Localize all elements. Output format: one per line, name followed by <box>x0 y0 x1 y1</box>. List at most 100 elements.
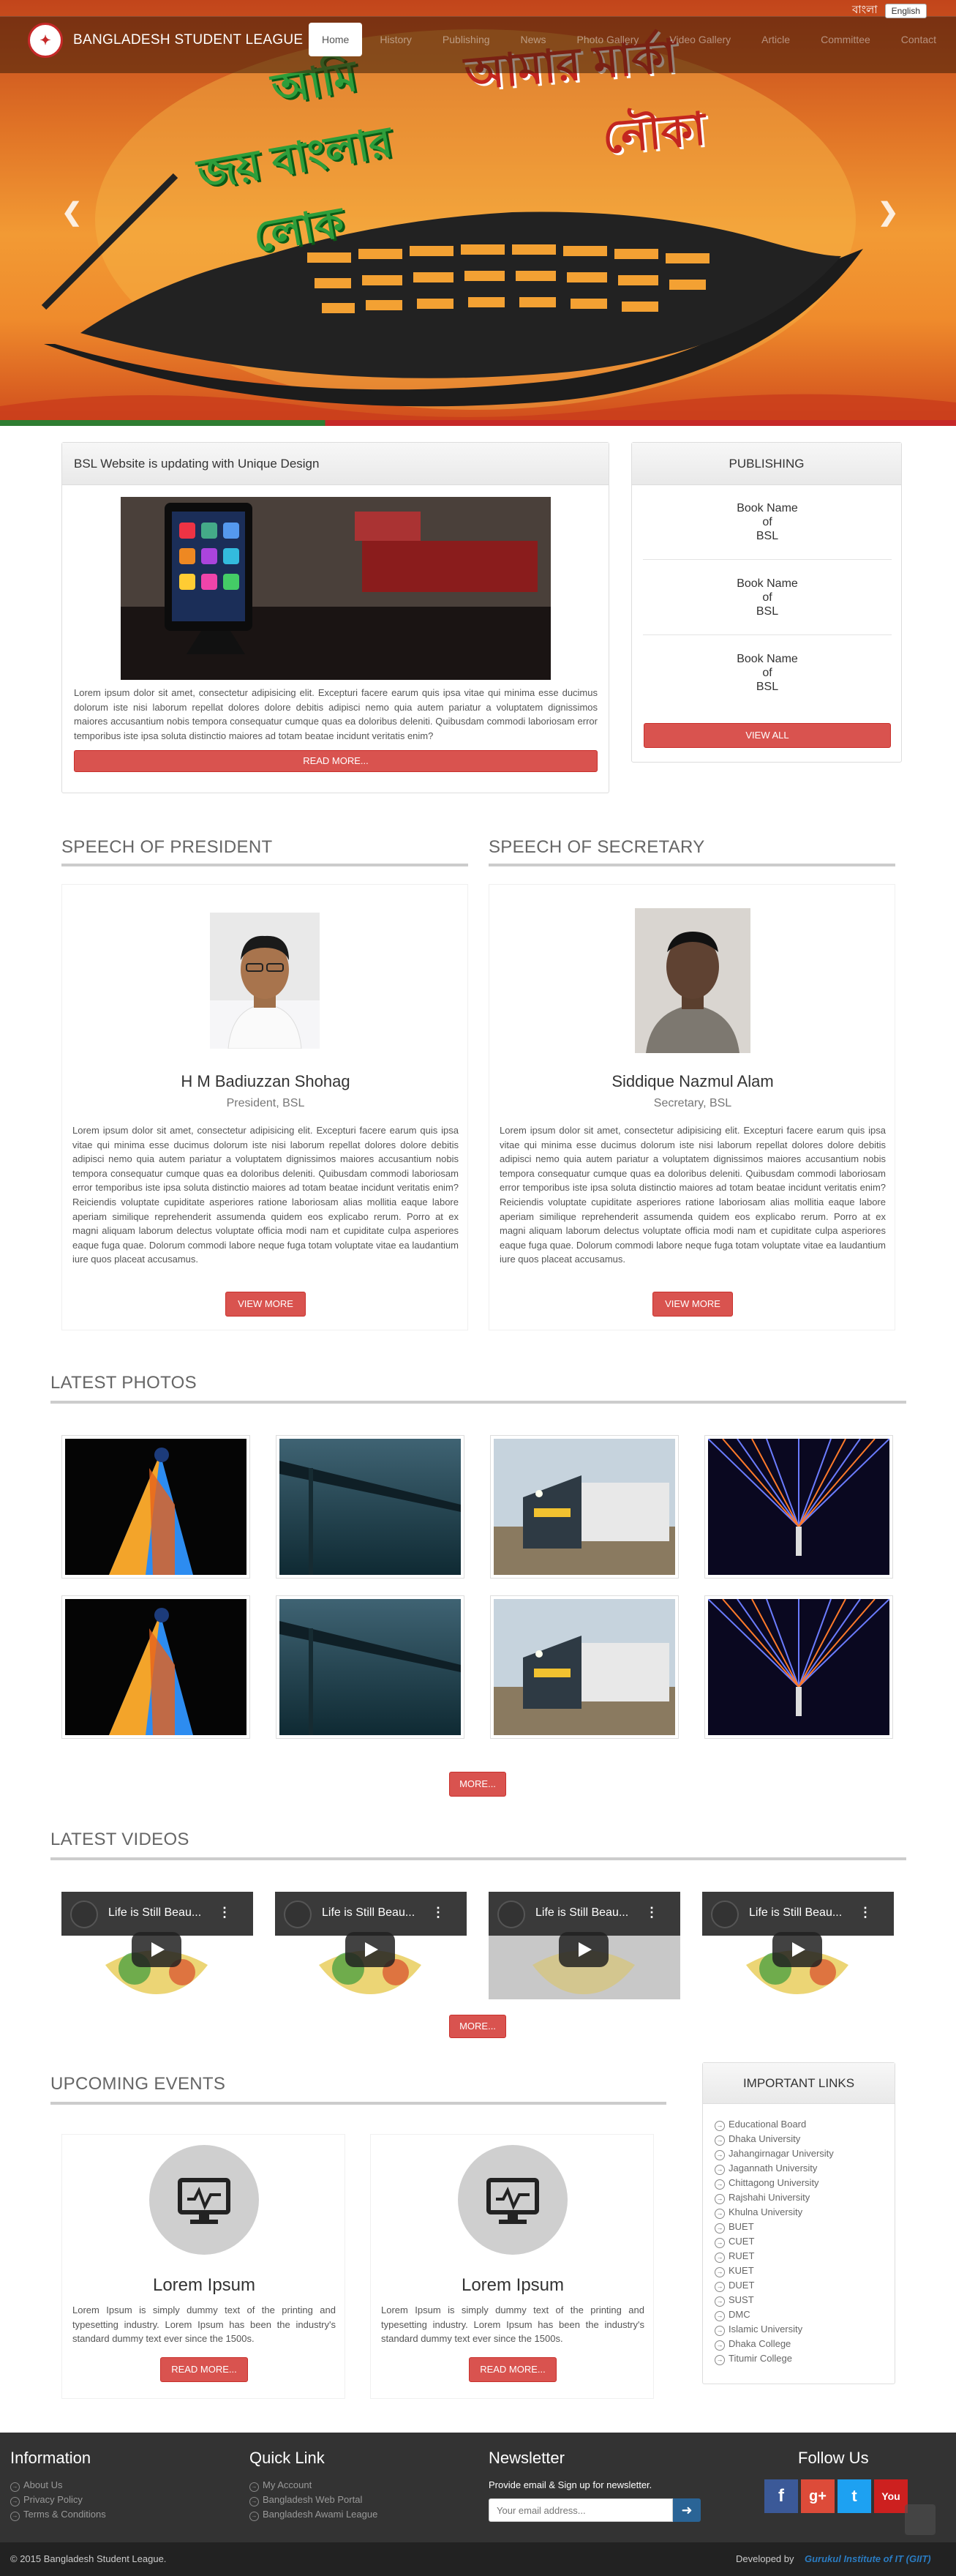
important-links-title: IMPORTANT LINKS <box>703 2063 895 2104</box>
link-item[interactable]: Khulna University <box>715 2205 834 2220</box>
photos-heading: LATEST PHOTOS <box>50 1373 197 1393</box>
president-photo <box>210 913 320 1049</box>
link-item[interactable]: RUET <box>715 2249 834 2264</box>
play-icon[interactable] <box>132 1932 181 1967</box>
play-icon[interactable] <box>559 1932 609 1967</box>
divider <box>50 1401 906 1404</box>
news-read-more-button[interactable]: READ MORE... <box>74 750 598 772</box>
publishing-panel: PUBLISHING Book Name of BSL Book Name of BSL… <box>631 442 902 763</box>
link-item[interactable]: Educational Board <box>715 2117 834 2132</box>
youtube-icon[interactable]: You <box>874 2479 908 2513</box>
link-item[interactable]: Dhaka University <box>715 2132 834 2146</box>
event-text: Lorem Ipsum is simply dummy text of the … <box>72 2304 336 2345</box>
footer-link[interactable]: Bangladesh Web Portal <box>249 2493 377 2507</box>
photo-thumbnail[interactable] <box>490 1435 679 1579</box>
link-item[interactable]: Rajshahi University <box>715 2190 834 2205</box>
nav-photo-gallery[interactable]: Photo Gallery <box>564 23 652 56</box>
nav-article[interactable]: Article <box>748 23 803 56</box>
publishing-title: PUBLISHING <box>632 443 901 485</box>
footer-info-title: Information <box>10 2449 91 2467</box>
event-read-more-button[interactable]: READ MORE... <box>160 2357 248 2382</box>
link-item[interactable]: DMC <box>715 2307 834 2322</box>
google-plus-icon[interactable]: g+ <box>801 2479 835 2513</box>
scroll-to-top-button[interactable] <box>905 2504 936 2535</box>
brand[interactable]: ✦ BANGLADESH STUDENT LEAGUE <box>28 23 303 58</box>
link-item[interactable]: CUET <box>715 2234 834 2249</box>
footer-link[interactable]: Terms & Conditions <box>10 2507 106 2522</box>
publishing-item[interactable]: Book Name of BSL <box>643 636 892 711</box>
news-panel: BSL Website is updating with Unique Desi… <box>61 442 609 793</box>
nav-news[interactable]: News <box>508 23 560 56</box>
photo-thumbnail[interactable] <box>276 1595 464 1739</box>
more-options-icon[interactable]: ⋮ <box>859 1905 872 1920</box>
president-speech: Lorem ipsum dolor sit amet, consectetur … <box>72 1125 459 1265</box>
subscribe-arrow-icon[interactable]: ➜ <box>673 2498 701 2522</box>
nav-publishing[interactable]: Publishing <box>429 23 503 56</box>
link-item[interactable]: Titumir College <box>715 2351 834 2366</box>
link-item[interactable]: Islamic University <box>715 2322 834 2337</box>
event-title: Lorem Ipsum <box>152 2275 256 2295</box>
link-item[interactable]: Jagannath University <box>715 2161 834 2176</box>
nav-video-gallery[interactable]: Video Gallery <box>656 23 744 56</box>
video-embed[interactable]: Life is Still Beau... ⋮ <box>489 1892 680 1999</box>
twitter-icon[interactable]: t <box>838 2479 871 2513</box>
event-card: Lorem Ipsum Lorem Ipsum is simply dummy … <box>370 2134 654 2399</box>
footer-info-list: About Us Privacy Policy Terms & Conditio… <box>10 2478 106 2522</box>
secretary-name: Siddique Nazmul Alam <box>611 1072 774 1090</box>
more-options-icon[interactable]: ⋮ <box>218 1905 231 1920</box>
videos-more-button[interactable]: MORE... <box>449 2015 506 2038</box>
footer-link[interactable]: Privacy Policy <box>10 2493 106 2507</box>
play-icon[interactable] <box>345 1932 395 1967</box>
facebook-icon[interactable]: f <box>764 2479 798 2513</box>
view-all-button[interactable]: VIEW ALL <box>644 723 891 748</box>
email-input[interactable] <box>489 2498 673 2522</box>
lang-english[interactable]: English <box>884 3 927 18</box>
nav-contact[interactable]: Contact <box>888 23 949 56</box>
footer-link[interactable]: About Us <box>10 2478 106 2493</box>
video-embed[interactable]: Life is Still Beau... ⋮ <box>61 1892 253 1999</box>
video-title: Life is Still Beau... <box>749 1906 843 1919</box>
video-embed[interactable]: Life is Still Beau... ⋮ <box>702 1892 894 1999</box>
link-item[interactable]: Jahangirnagar University <box>715 2146 834 2161</box>
event-read-more-button[interactable]: READ MORE... <box>469 2357 557 2382</box>
link-item[interactable]: DUET <box>715 2278 834 2293</box>
slider-next-arrow[interactable]: ❯ <box>878 198 899 227</box>
publishing-item[interactable]: Book Name of BSL <box>643 561 892 635</box>
photo-thumbnail[interactable] <box>704 1435 893 1579</box>
publishing-item[interactable]: Book Name of BSL <box>643 485 892 560</box>
language-switcher: বাংলা English <box>852 1 927 20</box>
president-view-more-button[interactable]: VIEW MORE <box>225 1292 306 1317</box>
photo-thumbnail[interactable] <box>276 1435 464 1579</box>
news-title: BSL Website is updating with Unique Desi… <box>62 443 609 485</box>
nav-committee[interactable]: Committee <box>808 23 884 56</box>
footer-link[interactable]: Bangladesh Awami League <box>249 2507 377 2522</box>
link-item[interactable]: BUET <box>715 2220 834 2234</box>
link-item[interactable]: KUET <box>715 2264 834 2278</box>
president-card: H M Badiuzzan Shohag President, BSL Lore… <box>61 884 468 1330</box>
secretary-view-more-button[interactable]: VIEW MORE <box>652 1292 733 1317</box>
newsletter-text: Provide email & Sign up for newsletter. <box>489 2479 652 2490</box>
nav-home[interactable]: Home <box>309 23 363 56</box>
photo-thumbnail[interactable] <box>61 1595 250 1739</box>
link-item[interactable]: Dhaka College <box>715 2337 834 2351</box>
photo-thumbnail[interactable] <box>704 1595 893 1739</box>
photo-thumbnail[interactable] <box>61 1435 250 1579</box>
play-icon[interactable] <box>772 1932 822 1967</box>
divider <box>489 864 895 866</box>
navbar: ✦ BANGLADESH STUDENT LEAGUE Home History… <box>0 16 956 73</box>
video-embed[interactable]: Life is Still Beau... ⋮ <box>275 1892 467 1999</box>
more-options-icon[interactable]: ⋮ <box>432 1905 445 1920</box>
photos-more-button[interactable]: MORE... <box>449 1772 506 1797</box>
divider <box>61 864 468 866</box>
photo-thumbnail[interactable] <box>490 1595 679 1739</box>
president-name: H M Badiuzzan Shohag <box>181 1072 350 1090</box>
developer-link[interactable]: Gurukul Institute of IT (GIIT) <box>805 2553 931 2564</box>
copyright: © 2015 Bangladesh Student League. <box>10 2553 167 2564</box>
lang-bangla[interactable]: বাংলা <box>852 1 878 20</box>
slider-prev-arrow[interactable]: ❮ <box>61 198 83 227</box>
link-item[interactable]: SUST <box>715 2293 834 2307</box>
nav-history[interactable]: History <box>366 23 425 56</box>
footer-link[interactable]: My Account <box>249 2478 377 2493</box>
more-options-icon[interactable]: ⋮ <box>645 1905 658 1920</box>
link-item[interactable]: Chittagong University <box>715 2176 834 2190</box>
